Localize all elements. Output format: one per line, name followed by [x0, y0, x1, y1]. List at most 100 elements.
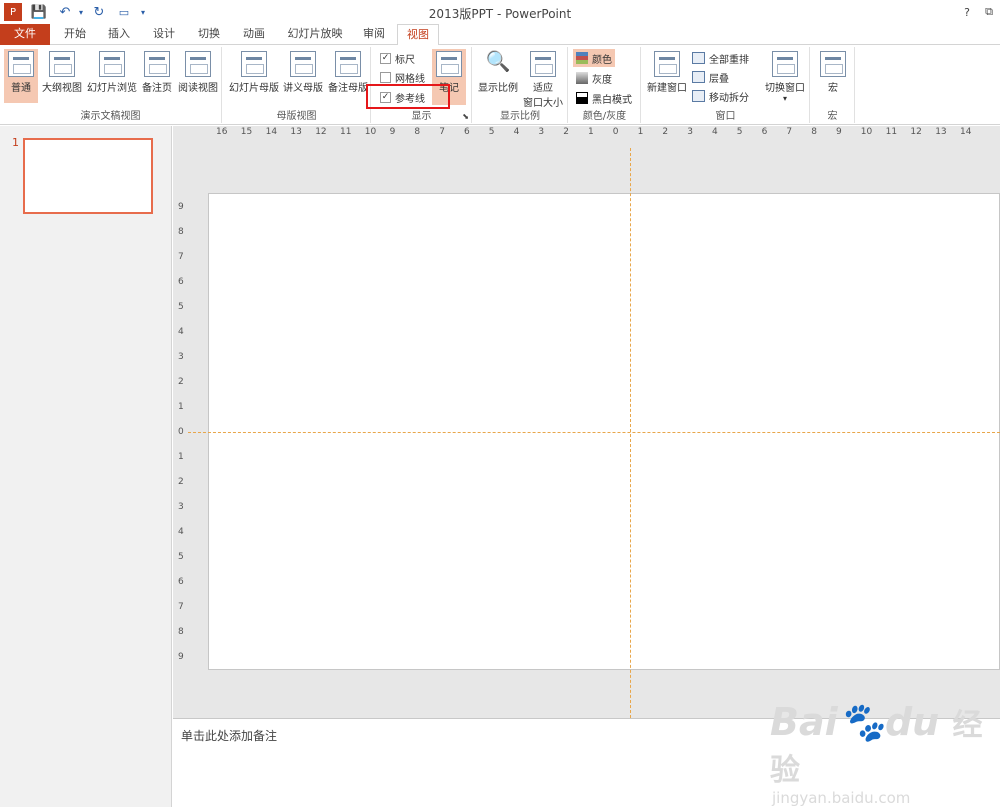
notes-placeholder[interactable]: 单击此处添加备注 — [181, 727, 277, 744]
ruler-tick-label: 12 — [315, 127, 327, 137]
tab-file[interactable]: 文件 — [0, 24, 50, 45]
ruler-tick-label: 3 — [538, 127, 545, 137]
ruler-tick-label: 10 — [364, 127, 377, 137]
group-label: 颜色/灰度 — [582, 111, 627, 122]
slide-thumbnail[interactable] — [23, 138, 153, 214]
move-split-button[interactable]: 移动拆分 — [692, 87, 749, 105]
help-icon[interactable]: ? — [960, 3, 974, 21]
ruler-tick-label: 2 — [662, 127, 669, 137]
notes-master-icon — [335, 51, 361, 77]
ruler-tick-label: 5 — [178, 302, 184, 312]
tab-home[interactable]: 开始 — [56, 24, 94, 45]
tab-design[interactable]: 设计 — [145, 24, 183, 45]
group-macros: 宏 宏 — [811, 47, 855, 123]
ruler-tick-label: 11 — [340, 127, 352, 137]
group-label: 母版视图 — [276, 111, 317, 122]
ruler-tick-label: 8 — [414, 127, 421, 137]
ruler-tick-label: 8 — [178, 627, 184, 637]
slide-number: 1 — [12, 136, 19, 149]
ruler-tick-label: 5 — [736, 127, 743, 137]
tab-insert[interactable]: 插入 — [100, 24, 138, 45]
arrange-all-icon — [692, 52, 705, 64]
ruler-tick-label: 2 — [178, 377, 184, 387]
macro-icon — [820, 51, 846, 77]
normal-view-button[interactable]: 普通 — [4, 49, 38, 103]
fit-window-icon — [530, 51, 556, 77]
dialog-launcher-icon[interactable]: ⬊ — [462, 112, 469, 121]
ruler-tick-label: 14 — [960, 127, 972, 137]
black-white-icon — [576, 92, 588, 104]
group-label: 演示文稿视图 — [80, 111, 141, 122]
ruler-tick-label: 1 — [178, 402, 184, 412]
ruler-tick-label: 16 — [216, 127, 228, 137]
dropdown-arrow-icon: ▾ — [782, 94, 787, 103]
window-title: 2013版PPT - PowerPoint — [428, 7, 572, 21]
baidu-watermark: Bai🐾du 经验 jingyan.baidu.com — [770, 700, 995, 807]
switch-windows-icon — [772, 51, 798, 77]
title-bar: P 💾 ↶ ▾ ↻ ▭ ▾ 2013版PPT - PowerPoint ? ⧉ — [0, 0, 1000, 24]
reading-view-button[interactable]: 阅读视图 — [176, 49, 220, 103]
magnifier-icon: 🔍 — [485, 49, 511, 73]
ruler-tick-label: 4 — [712, 127, 718, 137]
tab-transitions[interactable]: 切换 — [190, 24, 228, 45]
group-label: 窗口 — [715, 111, 736, 122]
macros-button[interactable]: 宏 — [815, 49, 851, 103]
group-label: 显示 — [411, 111, 432, 122]
tab-review[interactable]: 审阅 — [355, 24, 393, 45]
fit-to-window-button[interactable]: 适应 窗口大小 — [521, 49, 565, 109]
ruler-tick-label: 5 — [178, 552, 184, 562]
ruler-tick-label: 9 — [178, 652, 184, 662]
ruler-tick-label: 8 — [811, 127, 817, 137]
ruler-tick-label: 0 — [612, 127, 619, 137]
ribbon-tabs: 文件 开始 插入 设计 切换 动画 幻灯片放映 审阅 视图 — [0, 24, 1000, 46]
ruler-tick-label: 14 — [265, 127, 278, 137]
slide-sorter-icon — [99, 51, 125, 77]
ruler-tick-label: 7 — [439, 127, 445, 137]
tab-view[interactable]: 视图 — [397, 24, 439, 46]
ruler-tick-label: 6 — [178, 277, 184, 287]
notes-master-button[interactable]: 备注母版 — [326, 49, 370, 103]
handout-master-icon — [290, 51, 316, 77]
cascade-button[interactable]: 层叠 — [692, 68, 729, 86]
normal-view-icon — [8, 51, 34, 77]
black-white-button[interactable]: 黑白模式 — [576, 89, 632, 107]
ruler-tick-label: 1 — [588, 127, 594, 137]
outline-view-button[interactable]: 大纲视图 — [40, 49, 84, 103]
ruler-tick-label: 8 — [178, 227, 184, 237]
arrange-all-button[interactable]: 全部重排 — [692, 49, 749, 67]
notes-page-icon — [144, 51, 170, 77]
outline-view-icon — [49, 51, 75, 77]
watermark-url: jingyan.baidu.com — [772, 789, 911, 807]
ruler-tick-label: 3 — [178, 352, 184, 362]
tab-animations[interactable]: 动画 — [235, 24, 273, 45]
ruler-tick-label: 11 — [885, 127, 898, 137]
ruler-tick-label: 3 — [178, 502, 184, 512]
ruler-checkbox[interactable]: ✓ 标尺 — [380, 49, 415, 67]
new-window-button[interactable]: 新建窗口 — [644, 49, 690, 103]
cascade-icon — [692, 71, 705, 83]
color-button[interactable]: 颜色 — [573, 49, 615, 67]
ruler-tick-label: 6 — [464, 127, 470, 137]
slide-master-button[interactable]: 幻灯片母版 — [227, 49, 281, 103]
ruler-tick-label: 2 — [563, 127, 569, 137]
group-zoom: 🔍 显示比例 适应 窗口大小 显示比例 — [473, 47, 568, 123]
ruler-tick-label: 10 — [860, 127, 873, 137]
ruler-tick-label: 4 — [178, 327, 184, 337]
new-window-icon — [654, 51, 680, 77]
notes-page-button[interactable]: 备注页 — [139, 49, 175, 103]
slide-sorter-button[interactable]: 幻灯片浏览 — [86, 49, 138, 103]
horizontal-guide[interactable] — [188, 432, 1000, 433]
grayscale-button[interactable]: 灰度 — [576, 69, 612, 87]
ruler-tick-label: 4 — [513, 127, 520, 137]
handout-master-button[interactable]: 讲义母版 — [281, 49, 325, 103]
switch-windows-button[interactable]: 切换窗口 ▾ — [762, 49, 808, 103]
ruler-tick-label: 1 — [178, 452, 184, 462]
slide-master-icon — [241, 51, 267, 77]
zoom-button[interactable]: 🔍 显示比例 — [476, 49, 520, 103]
vertical-ruler: 9 8 7 6 5 4 3 2 1 0 1 2 3 4 5 6 7 8 9 — [176, 194, 188, 670]
guides-highlight-box — [366, 84, 450, 109]
tab-slideshow[interactable]: 幻灯片放映 — [283, 24, 347, 45]
vertical-guide[interactable] — [630, 148, 631, 718]
ruler-tick-label: 7 — [178, 252, 184, 262]
ribbon-display-options-icon[interactable]: ⧉ — [982, 3, 996, 21]
